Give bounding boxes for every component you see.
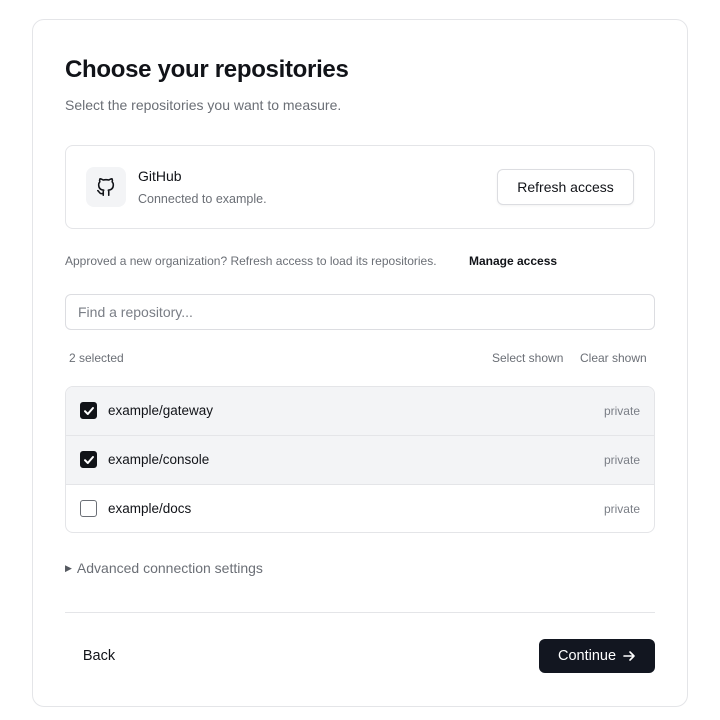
footer-divider bbox=[65, 612, 655, 613]
repository-checkbox[interactable] bbox=[80, 451, 97, 468]
back-button[interactable]: Back bbox=[68, 639, 130, 673]
page-subtitle: Select the repositories you want to meas… bbox=[65, 97, 342, 113]
provider-panel: GitHub Connected to example. Refresh acc… bbox=[65, 145, 655, 229]
page-title: Choose your repositories bbox=[65, 56, 349, 83]
repository-visibility: private bbox=[603, 453, 640, 467]
repository-search-input[interactable] bbox=[65, 294, 655, 330]
repository-visibility: private bbox=[603, 502, 640, 516]
arrow-right-icon bbox=[623, 651, 635, 661]
repository-checkbox[interactable] bbox=[80, 402, 97, 419]
repository-row[interactable]: example/gateway private bbox=[66, 387, 654, 436]
repository-list: example/gateway private example/console … bbox=[65, 386, 655, 533]
repository-name: example/console bbox=[108, 452, 210, 467]
advanced-settings-toggle[interactable]: ▶ Advanced connection settings bbox=[65, 560, 263, 576]
repository-selection-card: Choose your repositories Select the repo… bbox=[32, 19, 688, 707]
repository-checkbox[interactable] bbox=[80, 500, 97, 517]
manage-access-link[interactable]: Manage access bbox=[469, 254, 557, 268]
repository-visibility: private bbox=[603, 404, 640, 418]
access-note: Approved a new organization? Refresh acc… bbox=[65, 254, 437, 268]
continue-button[interactable]: Continue bbox=[539, 639, 655, 673]
selected-count: 2 selected bbox=[69, 351, 124, 365]
checkmark-icon bbox=[83, 406, 94, 415]
github-icon bbox=[86, 167, 126, 207]
provider-status: Connected to example. bbox=[138, 192, 267, 206]
refresh-access-button[interactable]: Refresh access bbox=[497, 169, 634, 205]
repository-row[interactable]: example/console private bbox=[66, 436, 654, 485]
repository-name: example/docs bbox=[108, 501, 192, 516]
checkmark-icon bbox=[83, 455, 94, 464]
provider-name: GitHub bbox=[138, 168, 182, 184]
repository-row[interactable]: example/docs private bbox=[66, 485, 654, 532]
select-shown-link[interactable]: Select shown bbox=[492, 351, 563, 365]
repository-name: example/gateway bbox=[108, 403, 214, 418]
continue-label: Continue bbox=[557, 648, 617, 664]
clear-shown-link[interactable]: Clear shown bbox=[580, 351, 647, 365]
advanced-settings-label: Advanced connection settings bbox=[76, 560, 263, 576]
triangle-right-icon: ▶ bbox=[65, 562, 72, 573]
